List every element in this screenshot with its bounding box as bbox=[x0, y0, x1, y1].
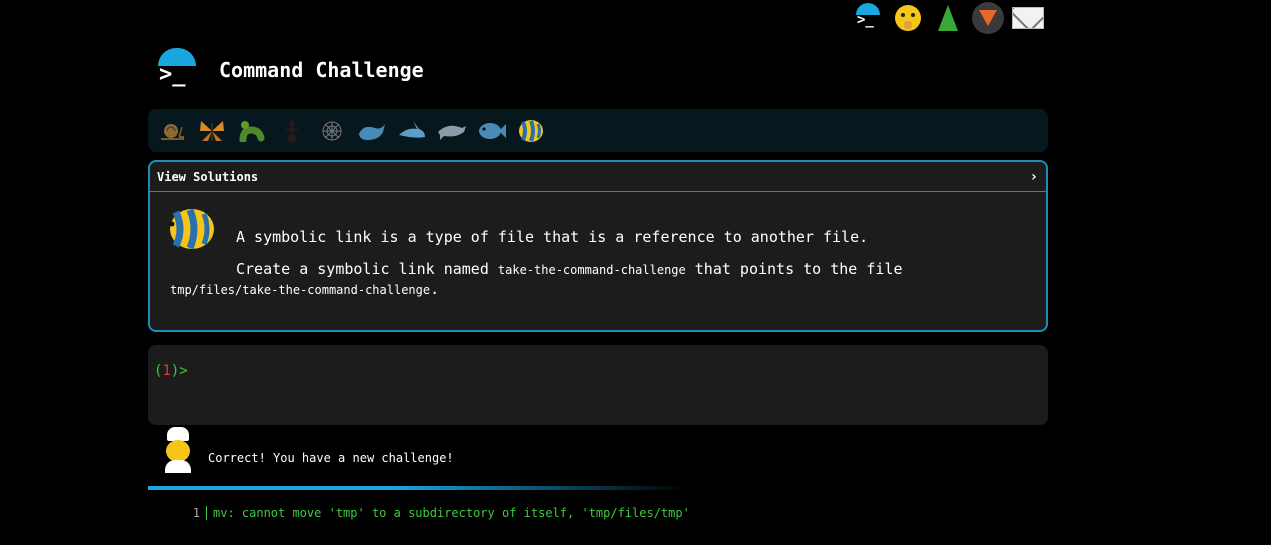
ant-icon[interactable] bbox=[276, 117, 308, 145]
top-nav: >_ bbox=[852, 2, 1044, 34]
tropical-fish-icon bbox=[169, 208, 214, 250]
gitlab-icon[interactable] bbox=[972, 2, 1004, 34]
divider bbox=[148, 486, 688, 490]
task-suffix: . bbox=[430, 280, 440, 298]
whale-icon[interactable] bbox=[356, 117, 388, 145]
logo-terminal-icon: >_ bbox=[155, 48, 199, 92]
tree-icon[interactable] bbox=[932, 2, 964, 34]
shushing-face-icon[interactable] bbox=[892, 2, 924, 34]
brand: >_ Command Challenge bbox=[155, 48, 424, 92]
spider-web-icon[interactable] bbox=[316, 117, 348, 145]
challenge-intro: A symbolic link is a type of file that i… bbox=[236, 228, 869, 246]
chef-icon bbox=[162, 427, 194, 475]
link-name: take-the-command-challenge bbox=[497, 263, 686, 277]
task-prefix: Create a symbolic link named bbox=[236, 260, 498, 278]
fish-icon[interactable] bbox=[476, 117, 508, 145]
snail-icon[interactable] bbox=[156, 117, 188, 145]
dolphin-icon[interactable] bbox=[436, 117, 468, 145]
bug-icon[interactable] bbox=[236, 117, 268, 145]
level-bar bbox=[148, 109, 1048, 152]
output-line: mv: cannot move 'tmp' to a subdirectory … bbox=[213, 506, 690, 520]
prompt-close: )> bbox=[170, 363, 188, 379]
view-solutions-toggle[interactable]: View Solutions › bbox=[150, 162, 1046, 192]
tropical-fish-icon[interactable] bbox=[516, 117, 548, 145]
result-message: Correct! You have a new challenge! bbox=[162, 427, 454, 475]
butterfly-icon[interactable] bbox=[196, 117, 228, 145]
chevron-right-icon: › bbox=[1029, 168, 1038, 185]
target-path: tmp/files/take-the-command-challenge bbox=[170, 283, 431, 297]
terminal-icon[interactable]: >_ bbox=[852, 2, 884, 34]
task-middle: that points to the file bbox=[685, 260, 903, 278]
challenge-task: Create a symbolic link named take-the-co… bbox=[170, 260, 1016, 300]
line-number: 1 bbox=[192, 506, 200, 520]
envelope-icon[interactable] bbox=[1012, 2, 1044, 34]
page-title: Command Challenge bbox=[219, 58, 424, 82]
result-text: Correct! You have a new challenge! bbox=[208, 451, 454, 465]
challenge-panel: View Solutions › A symbolic link is a ty… bbox=[148, 160, 1048, 332]
terminal-input[interactable]: (1)> bbox=[148, 345, 1048, 425]
command-output: 1 mv: cannot move 'tmp' to a subdirector… bbox=[186, 506, 690, 520]
view-solutions-label: View Solutions bbox=[157, 169, 259, 184]
line-separator bbox=[206, 506, 207, 520]
prompt-number: 1 bbox=[162, 363, 171, 379]
shark-icon[interactable] bbox=[396, 117, 428, 145]
